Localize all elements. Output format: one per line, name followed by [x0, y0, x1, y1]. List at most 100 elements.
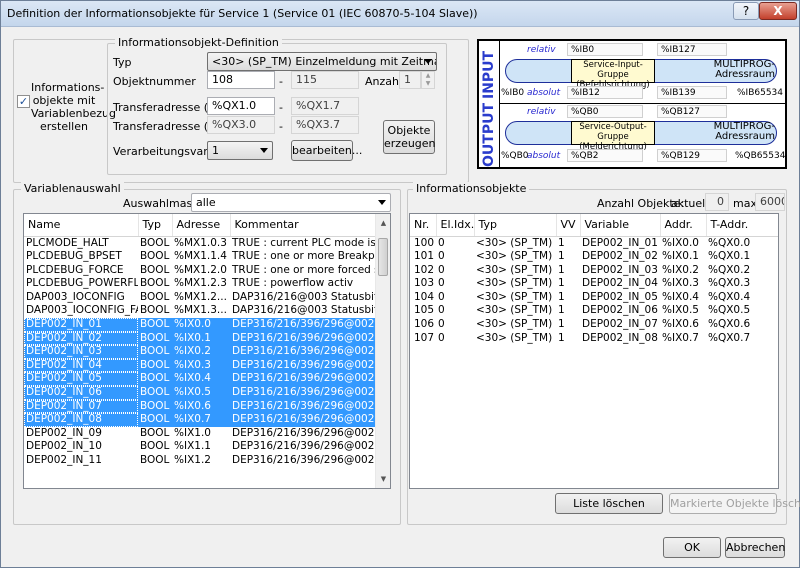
typ-select-value: <30> (SP_TM) Einzelmeldung mit Zeitmarke	[212, 55, 437, 68]
variable-list-scrollbar[interactable]: ▲ ▼	[375, 214, 390, 488]
table-row[interactable]: DEP002_IN_10 BOOL %IX1.1 DEP316/216/396/296…	[24, 440, 376, 454]
cell-kom: TRUE : one or more Breakpoints	[232, 250, 376, 263]
cell-name: DEP002_IN_07	[24, 399, 138, 414]
info-objects-list[interactable]: Nr. El.Idx. Typ VV Variable Addr. T-Addr…	[409, 213, 779, 489]
anzahl-spinner[interactable]: ▲ ▼	[421, 71, 435, 89]
objektnummer-from-input[interactable]: 108	[207, 71, 275, 89]
cell-idx: 0	[438, 263, 445, 276]
column-header-taddr[interactable]: T-Addr.	[706, 214, 778, 237]
verarbeitungsvariante-select[interactable]: 1	[207, 141, 273, 160]
cancel-button[interactable]: Abbrechen	[725, 537, 785, 558]
column-header-nr[interactable]: Nr.	[410, 214, 437, 237]
table-row[interactable]: PLCDEBUG_POWERFLOWBOOL %MX1.2.3 TRUE : pow…	[24, 277, 376, 291]
column-header-variable[interactable]: Variable	[580, 214, 661, 237]
output-rel-to: %QB127	[657, 105, 727, 118]
cell-adr: %MX1.1.4	[174, 250, 227, 263]
table-row[interactable]: DEP002_IN_02 BOOL %IX0.1 DEP316/216/396/296…	[24, 331, 376, 346]
delete-marked-objects-button[interactable]: Markierte Objekte löschen	[669, 493, 800, 514]
selection-mask-select[interactable]: alle	[191, 193, 391, 212]
cell-idx: 0	[438, 250, 445, 263]
table-row[interactable]: DEP002_IN_09 BOOL %IX1.0 DEP316/216/396/296…	[24, 427, 376, 441]
create-with-variable-label: Informations- objekte mit Variablenbezug…	[31, 81, 116, 133]
cell-adr: %MX1.0.3	[174, 236, 227, 249]
transferadresse-rel-from-input[interactable]: %QX1.0	[207, 97, 275, 115]
anzahl-label: Anzahl	[365, 75, 403, 88]
cell-taddr: %QX0.6	[708, 318, 751, 331]
table-row[interactable]: DAP003_IOCONFIG_FAI...BOOL %MX1.3... DAP31…	[24, 304, 376, 318]
scroll-down-icon[interactable]: ▼	[376, 472, 390, 486]
column-header-typ[interactable]: Typ	[138, 214, 173, 237]
table-row[interactable]: DEP002_IN_08 BOOL %IX0.7 DEP316/216/396/296…	[24, 413, 376, 427]
input-absolut-label: absolut	[527, 88, 561, 98]
anzahl-input[interactable]: 1	[399, 71, 421, 89]
table-row[interactable]: DEP002_IN_07 BOOL %IX0.6 DEP316/216/396/296…	[24, 399, 376, 414]
table-row[interactable]: DEP002_IN_01 BOOL %IX0.0 DEP316/216/396/296…	[24, 318, 376, 332]
table-row[interactable]: DEP002_IN_11 BOOL %IX1.2 DEP316/216/396/296…	[24, 454, 376, 468]
scroll-thumb[interactable]	[378, 238, 388, 276]
output-abs-from: %QB2	[567, 149, 643, 162]
column-header-vv[interactable]: VV	[556, 214, 581, 237]
cell-addr: %IX0.7	[662, 331, 699, 344]
cell-kom: DEP316/216/396/296@002 Eingang...	[230, 413, 376, 427]
column-header-name[interactable]: Name	[24, 214, 139, 237]
table-row[interactable]: 1050 <30> (SP_TM) ...1 DEP002_IN_06 %IX0.5%…	[410, 304, 778, 318]
close-icon[interactable]: X	[759, 2, 797, 20]
clear-list-button[interactable]: Liste löschen	[555, 493, 663, 514]
cell-var: DEP002_IN_04	[582, 277, 658, 290]
column-header-kommentar[interactable]: Kommentar	[230, 214, 377, 237]
title-bar[interactable]: Definition der Informationsobjekte für S…	[1, 1, 799, 27]
column-header-typ[interactable]: Typ	[474, 214, 557, 237]
cell-typ: BOOL	[140, 304, 170, 317]
cell-typ: <30> (SP_TM) ...	[476, 250, 556, 263]
info-objects-table: Nr. El.Idx. Typ VV Variable Addr. T-Addr…	[410, 214, 778, 346]
cell-kom: DEP316/216/396/296@002 Eingang...	[230, 318, 376, 332]
table-row[interactable]: 1020 <30> (SP_TM) ...1 DEP002_IN_03 %IX0.2%…	[410, 264, 778, 278]
edit-button[interactable]: bearbeiten...	[291, 140, 362, 161]
input-abs-to: %IB139	[657, 86, 727, 99]
scroll-up-icon[interactable]: ▲	[376, 216, 390, 230]
cell-kom: DEP316/216/396/296@002 Eingang...	[230, 345, 376, 359]
column-header-adresse[interactable]: Adresse	[172, 214, 231, 237]
cell-idx: 0	[438, 331, 445, 344]
cell-adr: %IX1.2	[174, 454, 211, 466]
table-row[interactable]: 1010 <30> (SP_TM) ...1 DEP002_IN_02 %IX0.1%…	[410, 250, 778, 264]
help-icon[interactable]: ?	[733, 2, 759, 20]
cell-adr: %MX1.2...	[174, 290, 227, 303]
cell-nr: 106	[414, 318, 435, 331]
table-row[interactable]: PLCDEBUG_FORCE BOOL %MX1.2.0 TRUE : one or …	[24, 264, 376, 278]
table-row[interactable]: 1030 <30> (SP_TM) ...1 DEP002_IN_04 %IX0.3%…	[410, 277, 778, 291]
dialog-window: Definition der Informationsobjekte für S…	[0, 0, 800, 568]
cell-name: DEP002_IN_05	[24, 372, 138, 387]
cell-addr: %IX0.1	[662, 250, 699, 263]
table-row[interactable]: DAP003_IOCONFIG BOOL %MX1.2... DAP316/216@0…	[24, 291, 376, 305]
table-row[interactable]: DEP002_IN_04 BOOL %IX0.3 DEP316/216/396/296…	[24, 358, 376, 373]
cell-vv: 1	[558, 304, 565, 317]
typ-select[interactable]: <30> (SP_TM) Einzelmeldung mit Zeitmarke	[207, 52, 437, 71]
table-row[interactable]: 1040 <30> (SP_TM) ...1 DEP002_IN_05 %IX0.4%…	[410, 291, 778, 305]
create-with-variable-checkbox[interactable]: ✓	[17, 95, 30, 108]
cell-typ: BOOL	[138, 331, 172, 346]
table-row[interactable]: DEP002_IN_06 BOOL %IX0.5 DEP316/216/396/296…	[24, 386, 376, 400]
table-row[interactable]: 1060 <30> (SP_TM) ...1 DEP002_IN_07 %IX0.6%…	[410, 318, 778, 332]
cell-adr: %IX0.4	[172, 372, 230, 387]
cell-nr: 101	[414, 250, 435, 263]
table-row[interactable]: PLCMODE_HALT BOOL %MX1.0.3 TRUE : current P…	[24, 236, 376, 250]
input-rel-to: %IB127	[657, 43, 727, 56]
table-row[interactable]: PLCDEBUG_BPSET BOOL %MX1.1.4 TRUE : one or …	[24, 250, 376, 264]
input-abs-left: %IB0	[501, 88, 525, 98]
selection-mask-value: alle	[196, 196, 216, 209]
table-row[interactable]: 1000 <30> (SP_TM) ...1 DEP002_IN_01 %IX0.0%…	[410, 236, 778, 250]
cell-idx: 0	[438, 290, 445, 303]
table-row[interactable]: DEP002_IN_05 BOOL %IX0.4 DEP316/216/396/296…	[24, 372, 376, 387]
column-header-elidx[interactable]: El.Idx.	[436, 214, 475, 237]
column-header-addr[interactable]: Addr.	[660, 214, 707, 237]
cell-adr: %IX0.5	[172, 386, 230, 400]
ok-button[interactable]: OK	[663, 537, 721, 558]
create-objects-button[interactable]: Objekte erzeugen	[383, 120, 436, 154]
cell-typ: <30> (SP_TM) ...	[476, 277, 556, 290]
table-row[interactable]: DEP002_IN_03 BOOL %IX0.2 DEP316/216/396/296…	[24, 345, 376, 359]
cell-typ: <30> (SP_TM) ...	[476, 290, 556, 303]
cell-taddr: %QX0.4	[708, 290, 751, 303]
variable-list[interactable]: Name Typ Adresse Kommentar PLCMODE_HALT B…	[23, 213, 391, 489]
table-row[interactable]: 1070 <30> (SP_TM) ...1 DEP002_IN_08 %IX0.7%…	[410, 332, 778, 346]
